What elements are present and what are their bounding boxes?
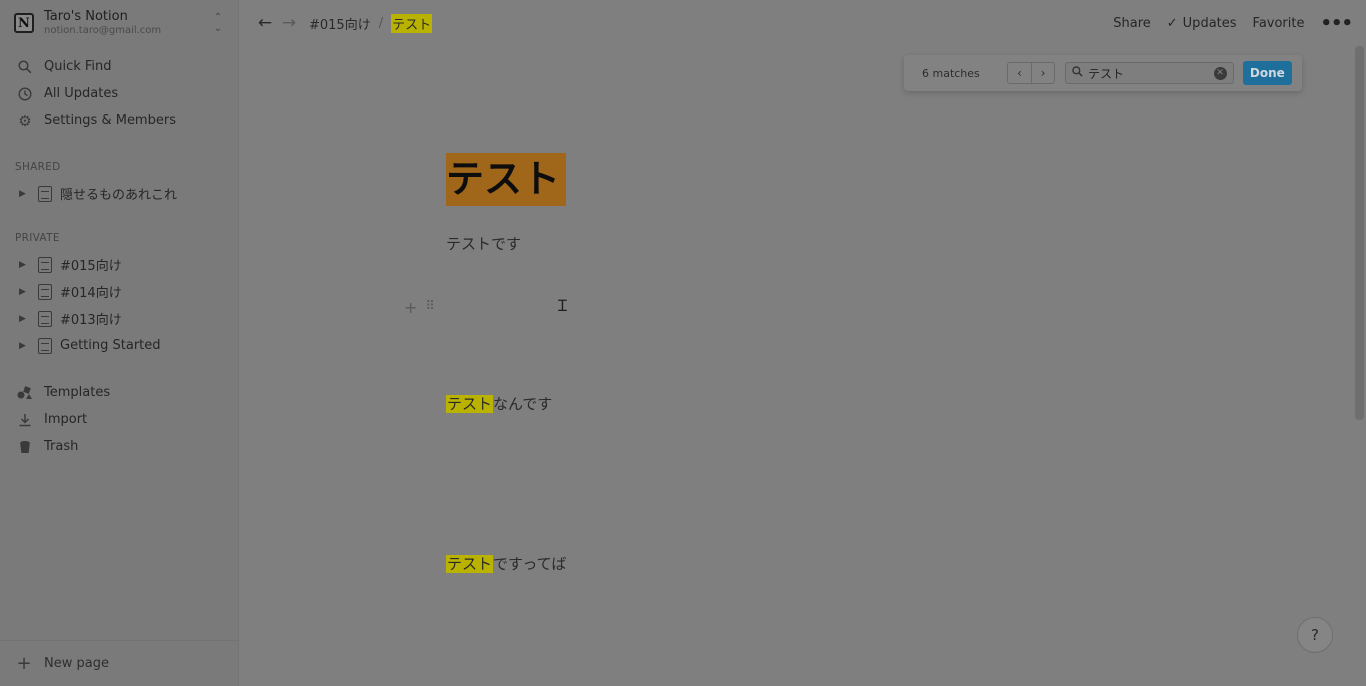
favorite-button[interactable]: Favorite <box>1253 16 1305 31</box>
page-label: #014向け <box>60 286 122 301</box>
match-highlight: テスト <box>446 555 494 573</box>
caret-right-icon[interactable]: ▶ <box>19 341 29 351</box>
text-cursor-icon: Ɪ <box>558 296 567 315</box>
new-page-label: New page <box>44 656 109 671</box>
section-label-private: PRIVATE <box>15 232 60 244</box>
breadcrumb-current[interactable]: テスト <box>391 13 433 33</box>
page-label: #015向け <box>60 259 122 274</box>
match-navigation: ‹ › <box>1007 62 1056 84</box>
sidebar-page-item[interactable]: ▶ 隠せるものあれこれ <box>0 180 239 207</box>
document-icon <box>38 283 52 300</box>
help-button[interactable]: ? <box>1297 617 1333 653</box>
done-button[interactable]: Done <box>1242 61 1292 85</box>
block-text: なんです <box>493 395 553 413</box>
workspace-name: Taro's Notion <box>44 9 128 24</box>
caret-right-icon[interactable]: ▶ <box>19 260 29 270</box>
sidebar-page-item[interactable]: ▶ #013向け <box>0 305 239 332</box>
caret-right-icon[interactable]: ▶ <box>19 287 29 297</box>
add-block-icon[interactable]: + <box>404 298 417 317</box>
sidebar-item-import[interactable]: Import <box>0 406 239 433</box>
sidebar-item-label: Quick Find <box>44 59 112 74</box>
page-label: Getting Started <box>60 338 161 353</box>
sidebar-item-settings[interactable]: ⚙ Settings & Members <box>0 107 239 134</box>
scrollbar[interactable] <box>1355 46 1364 420</box>
text-block[interactable]: テストです <box>446 233 521 255</box>
templates-icon <box>16 384 34 402</box>
forward-arrow-icon[interactable]: → <box>277 13 301 33</box>
sidebar-item-all-updates[interactable]: All Updates <box>0 80 239 107</box>
import-icon <box>16 411 34 429</box>
breadcrumb-item[interactable]: #015向け <box>309 14 371 33</box>
sidebar-item-label: Trash <box>44 439 79 454</box>
sidebar-page-item[interactable]: ▶ Getting Started <box>0 332 239 359</box>
search-icon <box>1072 66 1083 80</box>
find-bar: 6 matches ‹ › テスト ✕ Done <box>904 55 1302 91</box>
block-text: テストです <box>446 235 522 253</box>
match-highlight: テスト <box>446 395 494 413</box>
block-handle: + ⠿ <box>404 298 435 317</box>
block-text: ですってば <box>493 555 567 573</box>
back-arrow-icon[interactable]: ← <box>253 13 277 33</box>
next-match-icon[interactable]: › <box>1031 63 1054 83</box>
page-label: 隠せるものあれこれ <box>60 188 178 203</box>
drag-handle-icon[interactable]: ⠿ <box>425 298 435 317</box>
document-icon <box>38 256 52 273</box>
share-button[interactable]: Share <box>1113 16 1151 31</box>
document-icon <box>38 310 52 327</box>
plus-icon: + <box>16 653 32 674</box>
find-input[interactable]: テスト ✕ <box>1065 62 1234 84</box>
sidebar: N Taro's Notion notion.taro@gmail.com ⌃ ⌄… <box>0 0 239 686</box>
caret-right-icon[interactable]: ▶ <box>19 314 29 324</box>
section-label-shared: SHARED <box>15 161 61 173</box>
document-icon <box>38 185 52 202</box>
sidebar-item-label: All Updates <box>44 86 119 101</box>
sidebar-item-templates[interactable]: Templates <box>0 379 239 406</box>
updates-label: Updates <box>1182 15 1237 31</box>
breadcrumb-separator: / <box>378 15 384 31</box>
sidebar-item-trash[interactable]: Trash <box>0 433 239 460</box>
caret-right-icon[interactable]: ▶ <box>19 189 29 199</box>
document-icon <box>38 337 52 354</box>
page-title[interactable]: テスト <box>446 156 560 202</box>
find-query: テスト <box>1088 66 1125 81</box>
page-label: #013向け <box>60 313 122 328</box>
notion-logo-icon: N <box>14 13 34 33</box>
updates-button[interactable]: ✓ Updates <box>1167 16 1237 31</box>
sidebar-page-item[interactable]: ▶ #015向け <box>0 251 239 278</box>
clear-icon[interactable]: ✕ <box>1213 66 1227 80</box>
new-page-button[interactable]: + New page <box>0 640 239 686</box>
text-block[interactable]: テストなんです <box>446 393 552 415</box>
clock-icon <box>16 85 34 103</box>
workspace-email: notion.taro@gmail.com <box>44 25 162 36</box>
more-options-icon[interactable]: ••• <box>1320 13 1353 34</box>
sidebar-page-item[interactable]: ▶ #014向け <box>0 278 239 305</box>
chevron-updown-icon[interactable]: ⌃ ⌄ <box>211 12 225 34</box>
sidebar-item-label: Import <box>44 412 88 427</box>
topbar: ← → #015向け / テスト Share ✓ Updates Favorite… <box>239 0 1366 46</box>
sidebar-item-label: Settings & Members <box>44 113 176 128</box>
gear-icon: ⚙ <box>18 111 32 130</box>
sidebar-item-quick-find[interactable]: Quick Find <box>0 53 239 80</box>
check-icon: ✓ <box>1166 15 1178 31</box>
match-count: 6 matches <box>922 66 980 80</box>
sidebar-item-label: Templates <box>44 385 111 400</box>
trash-icon <box>16 438 34 456</box>
workspace-switcher[interactable]: N Taro's Notion notion.taro@gmail.com ⌃ ⌄ <box>0 0 239 46</box>
text-block[interactable]: テストですってば <box>446 553 566 575</box>
previous-match-icon[interactable]: ‹ <box>1008 63 1031 83</box>
search-icon <box>16 58 34 76</box>
